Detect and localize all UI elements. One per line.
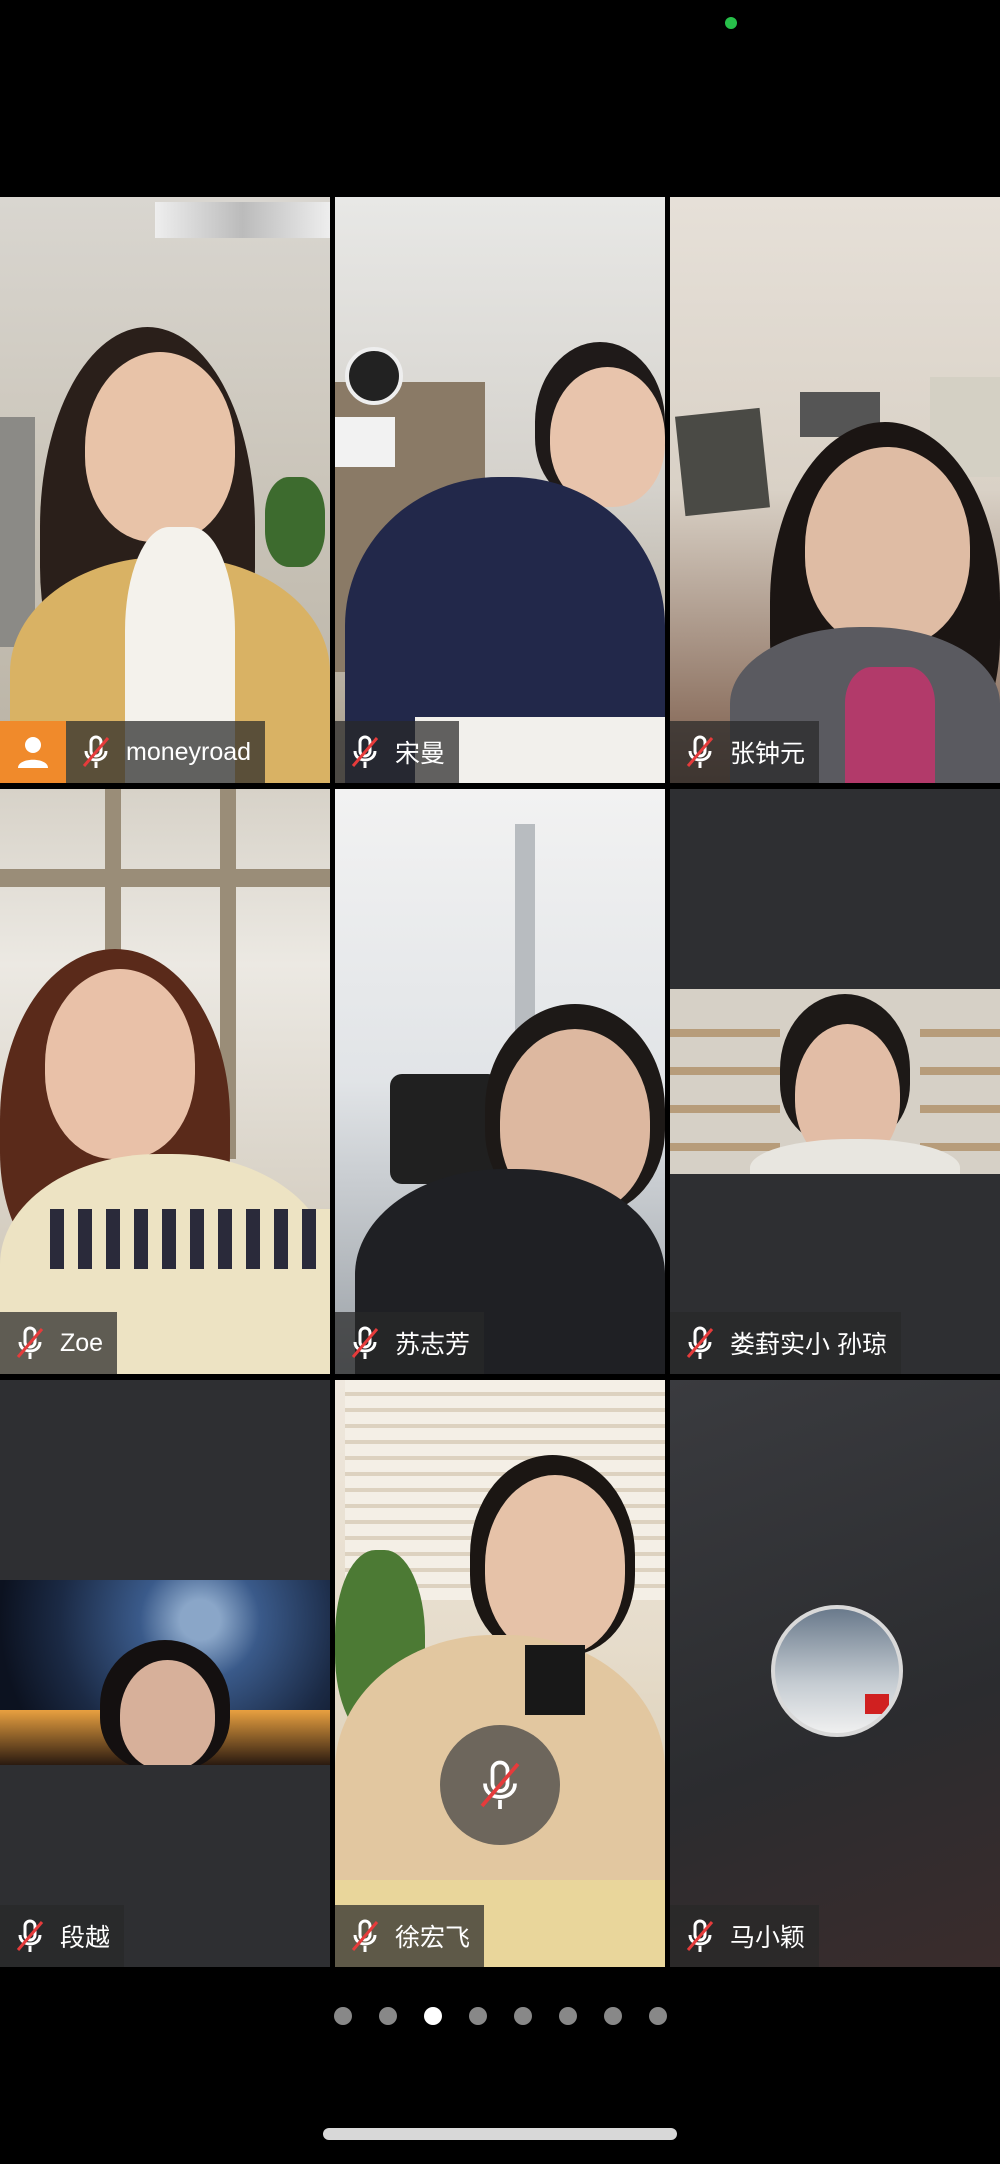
participant-label: Zoe [0, 1312, 118, 1374]
participant-name: 娄葑实小 孙琼 [730, 1331, 887, 1359]
page-dot[interactable] [513, 2007, 532, 2025]
muted-mic-icon [10, 1916, 50, 1956]
muted-mic-icon [76, 732, 116, 772]
participant-label: 马小颖 [670, 1905, 820, 1967]
participant-label: 段越 [0, 1905, 125, 1967]
page-dot-active[interactable] [423, 2007, 442, 2025]
page-dot[interactable] [333, 2007, 352, 2025]
participant-label: 娄葑实小 孙琼 [670, 1312, 901, 1374]
participant-tile-louyoushixiao-sunqiong[interactable]: 娄葑实小 孙琼 [670, 789, 1000, 1374]
avatar [771, 1605, 903, 1737]
video-feed [670, 989, 1000, 1174]
participant-name: 张钟元 [730, 740, 806, 768]
participant-name: 宋曼 [395, 740, 446, 768]
participant-tile-maxiaoying[interactable]: 马小颖 [670, 1380, 1000, 1967]
participant-label: moneyroad [0, 721, 266, 783]
participant-tile-xuhongfei[interactable]: 徐宏飞 [335, 1380, 665, 1967]
participant-tile-moneyroad[interactable]: moneyroad [0, 197, 330, 783]
muted-mic-icon [680, 1916, 720, 1956]
status-indicator-dot [725, 17, 737, 29]
participant-label: 宋曼 [335, 721, 460, 783]
muted-mic-icon [345, 1916, 385, 1956]
participant-name: moneyroad [126, 737, 252, 766]
avatar-icon [0, 721, 66, 783]
muted-mic-icon [10, 1323, 50, 1363]
page-dot[interactable] [648, 2007, 667, 2025]
page-dot[interactable] [378, 2007, 397, 2025]
participant-name: Zoe [60, 1328, 104, 1357]
participant-tile-suzhifang[interactable]: 苏志芳 [335, 789, 665, 1374]
participant-tile-zhangzhongyuan[interactable]: 张钟元 [670, 197, 1000, 783]
participant-tile-zoe[interactable]: Zoe [0, 789, 330, 1374]
page-dot[interactable] [468, 2007, 487, 2025]
home-indicator[interactable] [323, 2128, 677, 2140]
video-feed [0, 1580, 330, 1765]
participant-name: 段越 [60, 1924, 111, 1952]
participant-name: 苏志芳 [395, 1331, 471, 1359]
muted-mic-icon [345, 732, 385, 772]
muted-mic-icon [680, 732, 720, 772]
participant-name: 马小颖 [730, 1924, 806, 1952]
muted-mic-icon [680, 1323, 720, 1363]
participant-tile-duanyue[interactable]: 段越 [0, 1380, 330, 1967]
page-indicator [0, 2007, 1000, 2025]
muted-mic-icon [345, 1323, 385, 1363]
mic-muted-button[interactable] [440, 1725, 560, 1845]
page-dot[interactable] [603, 2007, 622, 2025]
participant-name: 徐宏飞 [395, 1924, 471, 1952]
participant-tile-songman[interactable]: 宋曼 [335, 197, 665, 783]
video-grid: moneyroad 宋曼 张钟元 Zoe 苏志芳 娄葑实小 孙琼 段越 徐宏飞 … [0, 197, 1000, 1967]
participant-label: 苏志芳 [335, 1312, 485, 1374]
page-dot[interactable] [558, 2007, 577, 2025]
participant-label: 张钟元 [670, 721, 820, 783]
participant-label: 徐宏飞 [335, 1905, 485, 1967]
